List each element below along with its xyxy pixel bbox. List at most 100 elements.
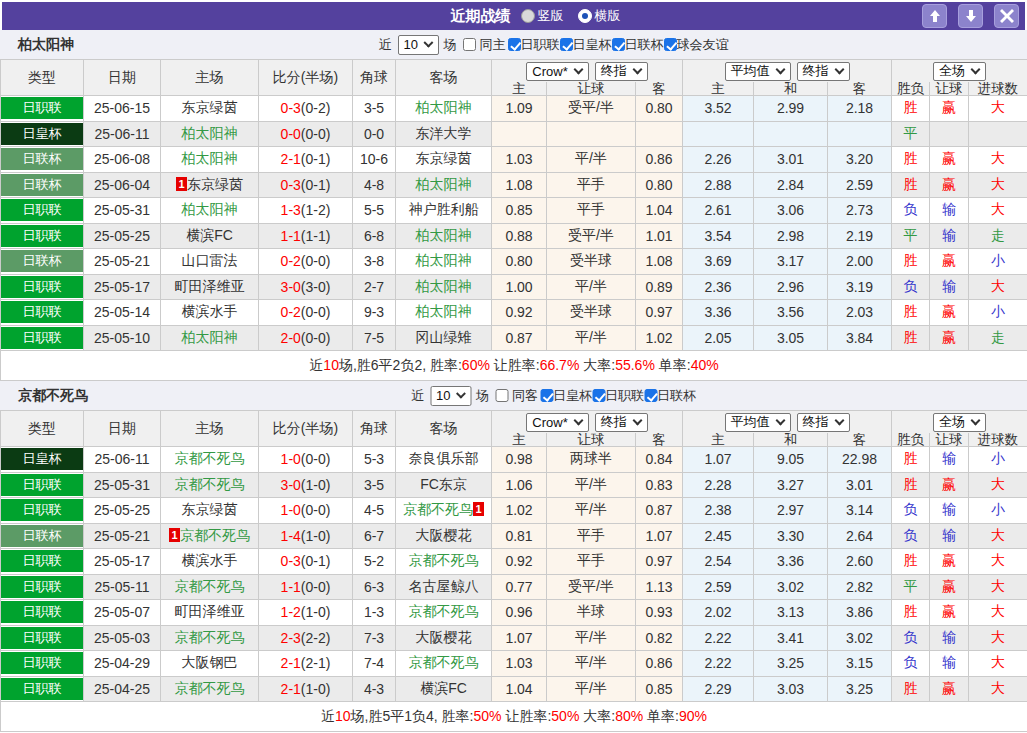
layout-option-vertical[interactable]: 竖版 (521, 7, 564, 25)
odds-stage-select[interactable]: 终指 (595, 413, 648, 432)
match-count-select[interactable]: 10 (398, 35, 439, 55)
match-row: 日联杯25-05-211京都不死鸟1-4(1-0)6-7大阪樱花0.81平手1.… (1, 523, 1027, 549)
result-cell: 大 (969, 96, 1027, 122)
same-venue-label: 同客 (512, 387, 538, 405)
league-checkbox-0[interactable] (508, 38, 521, 51)
away-team-cell: 京都不死鸟 (396, 651, 492, 677)
date-cell: 25-05-14 (84, 300, 161, 326)
sub-col-header: 客 (828, 82, 892, 96)
move-down-button[interactable] (958, 4, 983, 28)
odds-cell: 0.92 (492, 300, 547, 326)
away-team-cell: 横滨FC (396, 676, 492, 702)
odds-cell: 受平/半 (547, 574, 636, 600)
odds-cell: 0.93 (636, 600, 683, 626)
col-header: 类型 (1, 411, 84, 447)
odds-cell: 平手 (547, 523, 636, 549)
date-cell: 25-06-04 (84, 172, 161, 198)
team-name-text: 京都不死鸟 (409, 552, 479, 568)
team-name-text: 大阪樱花 (416, 629, 472, 645)
score-cell: 3-0(3-0) (259, 274, 353, 300)
date-cell: 25-06-15 (84, 96, 161, 122)
avg-stage-select-value: 终指 (803, 62, 829, 80)
match-count-select[interactable]: 10 (430, 386, 471, 406)
league-checkbox-2[interactable] (612, 38, 625, 51)
odds-source-select[interactable]: Crow* (526, 62, 588, 81)
team-name-text: 东京绿茵 (416, 150, 472, 166)
home-team-cell: 柏太阳神 (161, 121, 259, 147)
away-team-cell: 冈山绿雉 (396, 325, 492, 351)
arrow-up-icon (928, 9, 942, 23)
layout-option-horizontal[interactable]: 横版 (578, 7, 621, 25)
sub-col-header: 主 (492, 433, 547, 447)
close-button[interactable] (994, 4, 1019, 28)
avg-stage-select[interactable]: 终指 (797, 413, 850, 432)
avg-odds-cell: 3.14 (828, 498, 892, 524)
league-checkbox-2[interactable] (644, 389, 657, 402)
score-cell: 2-3(2-2) (259, 625, 353, 651)
odds-cell: 平/半 (547, 325, 636, 351)
odds-cell: 0.98 (492, 447, 547, 473)
result-cell: 大 (969, 198, 1027, 224)
page-title: 近期战绩 (451, 7, 511, 26)
match-count-select-value: 10 (404, 37, 418, 52)
radio-horizontal-icon[interactable] (578, 9, 592, 23)
odds-cell: 0.80 (636, 96, 683, 122)
odds-cell: 0.81 (492, 523, 547, 549)
league-checkbox-1[interactable] (560, 38, 573, 51)
league-type-cell: 日联杯 (1, 172, 84, 198)
league-checkbox-1[interactable] (592, 389, 605, 402)
result-cell: 输 (930, 447, 969, 473)
avg-odds-cell: 3.27 (754, 472, 828, 498)
corner-cell: 4-3 (353, 676, 396, 702)
team-name-text: 京都不死鸟 (175, 680, 245, 696)
odds-source-select[interactable]: Crow* (526, 413, 588, 432)
avg-source-select[interactable]: 平均值 (725, 62, 791, 81)
result-cell: 平 (892, 223, 930, 249)
avg-odds-cell (828, 121, 892, 147)
league-type-badge: 日职联 (1, 225, 83, 247)
same-venue-checkbox[interactable] (495, 389, 508, 402)
odds-cell: 1.04 (492, 676, 547, 702)
league-checkbox-3[interactable] (664, 38, 677, 51)
sub-col-header: 胜负 (892, 433, 930, 447)
same-venue-checkbox[interactable] (463, 38, 476, 51)
odds-cell: 0.89 (636, 274, 683, 300)
card-count-badge: 1 (176, 177, 187, 191)
date-cell: 25-05-21 (84, 523, 161, 549)
radio-vertical-label: 竖版 (538, 7, 564, 25)
odds-cell: 1.03 (492, 651, 547, 677)
match-row: 日职联25-04-29大阪钢巴2-1(2-1)7-4京都不死鸟1.03平/半0.… (1, 651, 1027, 677)
sub-col-header: 客 (636, 433, 683, 447)
radio-vertical-icon[interactable] (521, 9, 535, 23)
avg-stage-select[interactable]: 终指 (797, 62, 850, 81)
result-cell: 输 (930, 274, 969, 300)
avg-odds-cell: 2.45 (683, 523, 754, 549)
avg-odds-cell: 2.59 (828, 172, 892, 198)
result-scope-select[interactable]: 全场 (933, 413, 986, 432)
team-header-bar: 京都不死鸟近10场同客日皇杯日职联日联杯 (0, 381, 1027, 410)
date-cell: 25-05-21 (84, 249, 161, 275)
result-cell: 负 (892, 625, 930, 651)
match-row: 日职联25-05-17横滨水手0-3(0-1)5-2京都不死鸟0.92平手0.9… (1, 549, 1027, 575)
team-name-text: 京都不死鸟 (409, 654, 479, 670)
filter-controls: 近10场同客日皇杯日职联日联杯 (411, 386, 696, 406)
avg-source-select-value: 平均值 (731, 62, 770, 80)
result-cell: 负 (892, 498, 930, 524)
result-cell: 赢 (930, 147, 969, 173)
corner-cell: 7-3 (353, 625, 396, 651)
same-venue-label: 同主 (480, 36, 506, 54)
avg-source-select[interactable]: 平均值 (725, 413, 791, 432)
date-cell: 25-04-29 (84, 651, 161, 677)
odds-stage-select[interactable]: 终指 (595, 62, 648, 81)
odds-cell: 平/半 (547, 147, 636, 173)
arrow-down-icon (964, 9, 978, 23)
league-type-badge: 日职联 (1, 199, 83, 221)
score-cell: 0-2(0-0) (259, 249, 353, 275)
result-scope-select[interactable]: 全场 (933, 62, 986, 81)
move-up-button[interactable] (922, 4, 947, 28)
odds-cell: 0.80 (636, 172, 683, 198)
score-cell: 2-0(0-0) (259, 325, 353, 351)
result-cell: 大 (969, 574, 1027, 600)
league-checkbox-0[interactable] (540, 389, 553, 402)
odds-cell (636, 121, 683, 147)
